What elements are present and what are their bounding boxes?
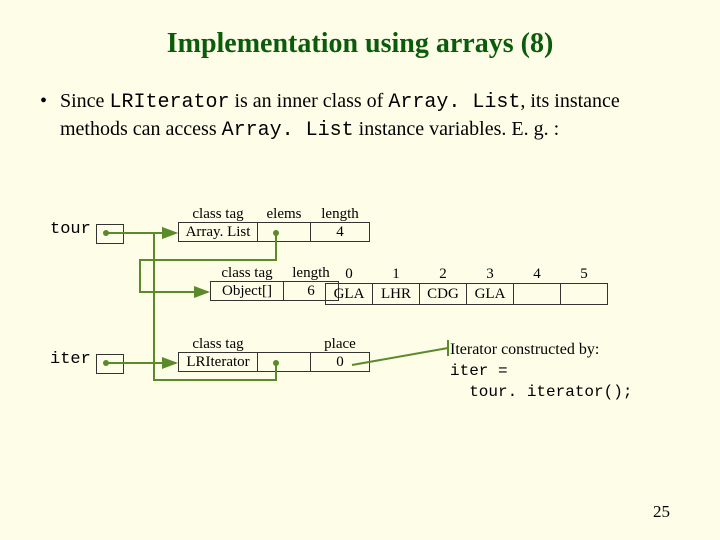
- note-line1: Iterator constructed by:: [450, 341, 599, 358]
- arr-val-0: GLA: [326, 284, 373, 305]
- note-line3: tour. iterator();: [450, 383, 632, 401]
- arr-val-3: GLA: [467, 284, 514, 305]
- arr-idx-0: 0: [326, 265, 373, 284]
- var-tour: tour: [50, 220, 91, 239]
- lriterator-classtag: LRIterator: [179, 353, 258, 372]
- hdr-place: place: [311, 336, 370, 353]
- objarr-header: class tag length Object[] 6: [210, 265, 339, 301]
- var-iter: iter: [50, 350, 91, 369]
- slide-number: 25: [653, 502, 670, 522]
- arraylist-length: 4: [311, 223, 370, 242]
- code-lriterator: LRIterator: [109, 91, 229, 114]
- lriterator-place: 0: [311, 353, 370, 372]
- iter-ptr-box: [96, 354, 124, 374]
- hdr-classtag-arr: class tag: [211, 265, 284, 282]
- note-line2: iter =: [450, 362, 508, 380]
- lriterator-object: class tag place LRIterator 0: [178, 336, 370, 372]
- arr-val-2: CDG: [420, 284, 467, 305]
- diagram: tour iter class tag elems length Array. …: [0, 200, 720, 460]
- bullet-lead: Since: [60, 90, 109, 112]
- lriterator-mid-ptr: [258, 353, 311, 372]
- arr-idx-4: 4: [514, 265, 561, 284]
- arr-idx-5: 5: [561, 265, 608, 284]
- slide: Implementation using arrays (8) Since LR…: [0, 0, 720, 540]
- bullet-mid3: instance variables. E. g. :: [354, 118, 560, 140]
- arr-idx-3: 3: [467, 265, 514, 284]
- code-arraylist-2: Array. List: [222, 119, 354, 142]
- tour-ptr-box: [96, 224, 124, 244]
- objarr-elements: 0 1 2 3 4 5 GLA LHR CDG GLA: [325, 265, 608, 305]
- hdr-classtag-iter: class tag: [179, 336, 258, 353]
- objarr-classtag: Object[]: [211, 282, 284, 301]
- bullet-mid1: is an inner class of: [229, 90, 388, 112]
- code-arraylist-1: Array. List: [388, 91, 520, 114]
- hdr-classtag: class tag: [179, 206, 258, 223]
- bullet-text: Since LRIterator is an inner class of Ar…: [60, 88, 680, 144]
- arr-val-4: [514, 284, 561, 305]
- arraylist-object: class tag elems length Array. List 4: [178, 206, 370, 242]
- arraylist-classtag: Array. List: [179, 223, 258, 242]
- arr-idx-1: 1: [373, 265, 420, 284]
- page-title: Implementation using arrays (8): [40, 28, 680, 60]
- note-box: Iterator constructed by: iter = tour. it…: [450, 340, 632, 402]
- arr-val-5: [561, 284, 608, 305]
- hdr-elems: elems: [258, 206, 311, 223]
- arraylist-elems-ptr: [258, 223, 311, 242]
- arr-idx-2: 2: [420, 265, 467, 284]
- hdr-length: length: [311, 206, 370, 223]
- arr-val-1: LHR: [373, 284, 420, 305]
